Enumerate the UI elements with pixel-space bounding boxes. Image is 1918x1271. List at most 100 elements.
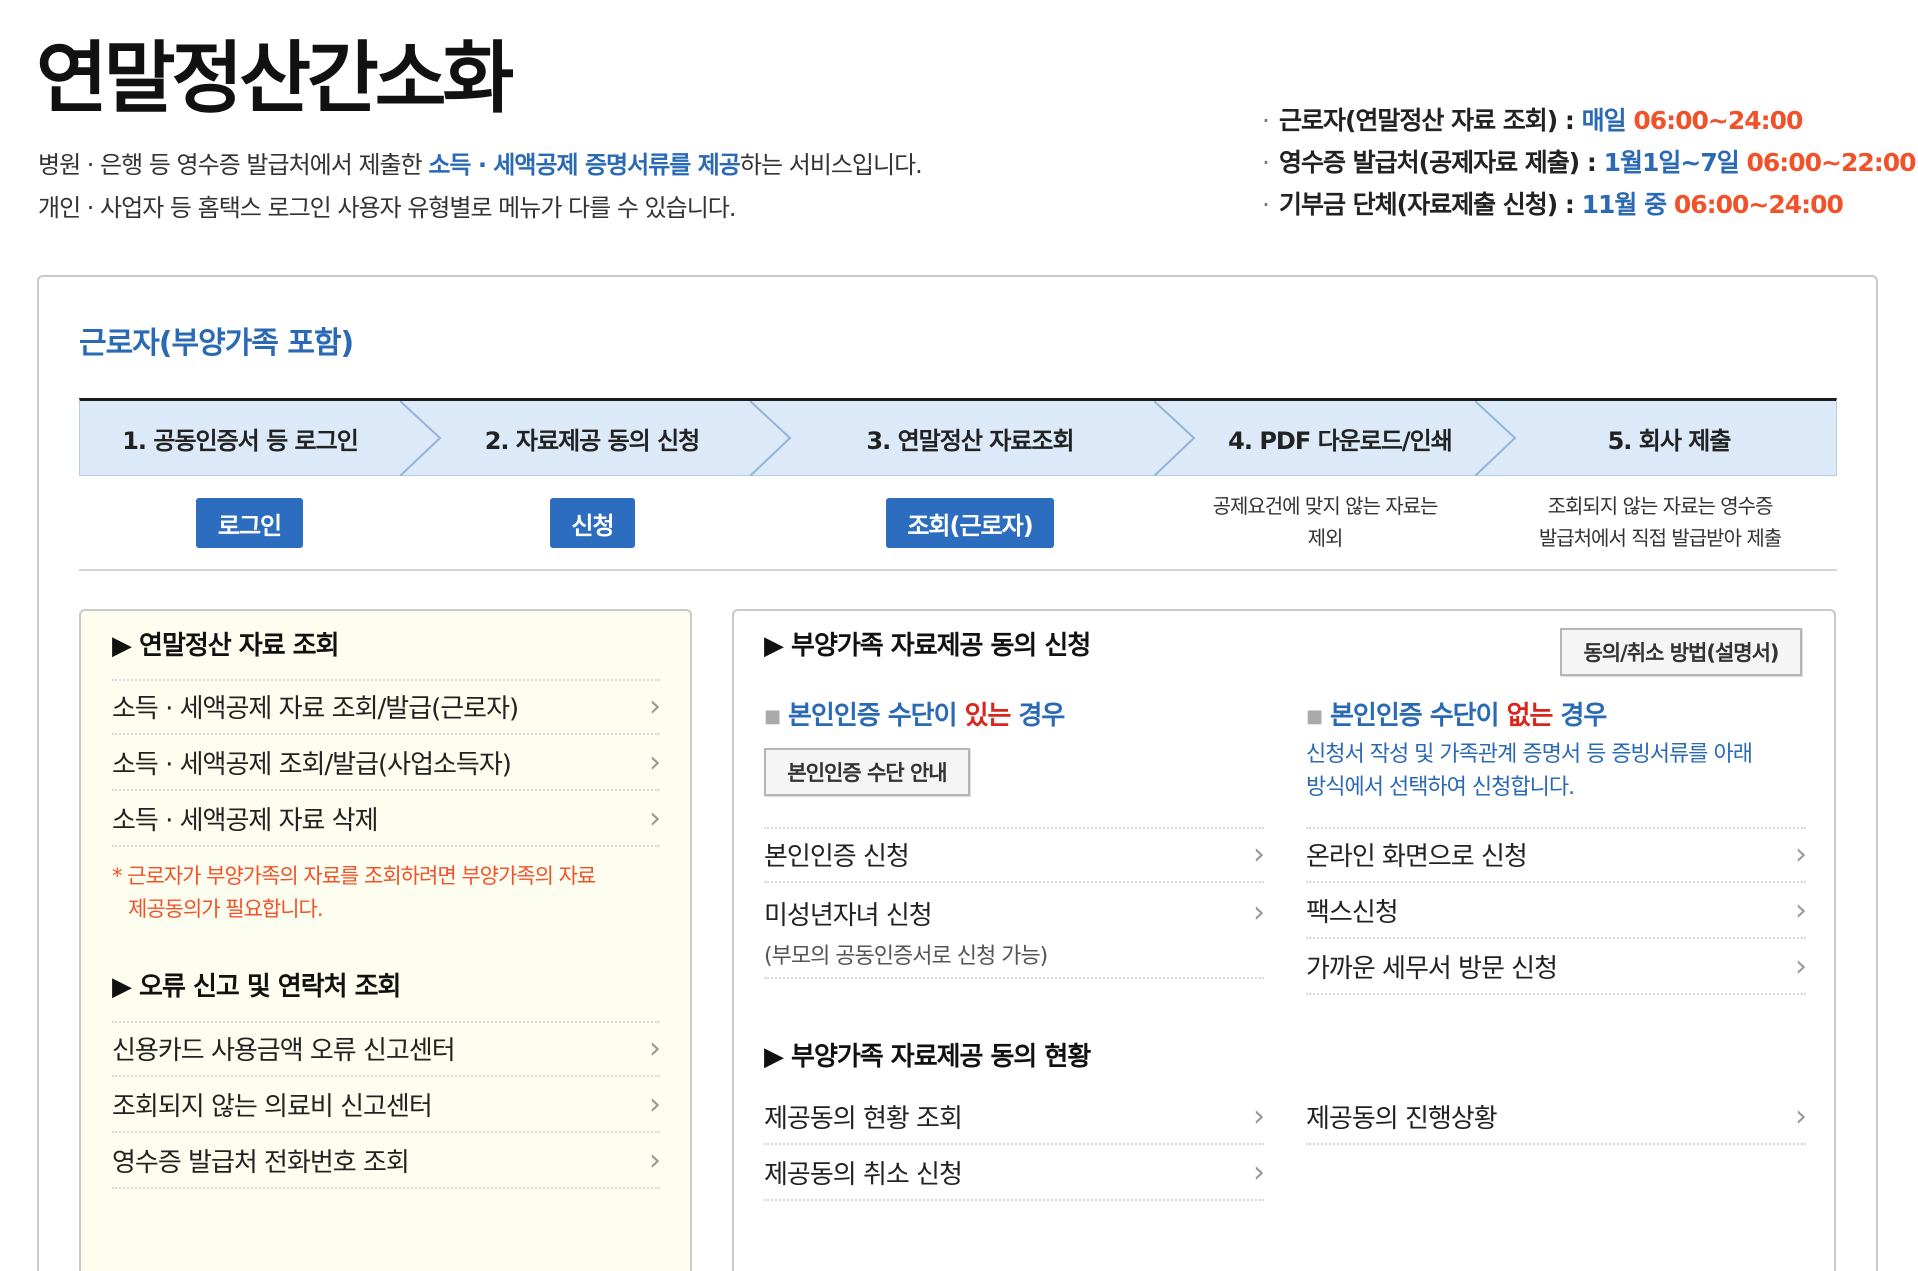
hours-time: 06:00~24:00 (1666, 190, 1844, 219)
without-auth-text: 본인인증 수단이 (1330, 701, 1507, 731)
list-item-label: 팩스신청 (1306, 897, 1399, 928)
hours-time: 06:00~22:00 (1738, 148, 1916, 177)
hours-worker: · 근로자(연말정산 자료 조회) : 매일 06:00~24:00 (1262, 101, 1803, 137)
list-item-label: 조회되지 않는 의료비 신고센터 (112, 1091, 433, 1122)
list-item-label: 미성년자녀 신청 (764, 901, 933, 931)
chevron-right-icon: › (1795, 948, 1807, 984)
bullet: · (1262, 148, 1270, 177)
dependents-consent-note: * 근로자가 부양가족의 자료를 조회하려면 부양가족의 자료제공동의가 필요합… (112, 860, 596, 926)
chevron-right-icon: › (649, 800, 661, 836)
step-5: 5. 회사 제출 (1607, 427, 1732, 455)
chevron-right-icon: › (1795, 892, 1807, 928)
list-item-visit-apply[interactable]: 가까운 세무서 방문 신청 › (1306, 939, 1807, 995)
chevron-right-icon: › (649, 744, 661, 780)
divider (79, 569, 1837, 571)
list-item-label: 제공동의 진행상황 (1306, 1103, 1498, 1134)
list-item-label: 영수증 발급처 전화번호 조회 (112, 1147, 410, 1178)
list-item-label: 온라인 화면으로 신청 (1306, 841, 1528, 872)
step-5-note: 조회되지 않는 자료는 영수증발급처에서 직접 발급받아 제출 (1490, 490, 1830, 554)
list-item-label-group: 미성년자녀 신청 (부모의 공동인증서로 신청 가능) (764, 895, 1048, 970)
bullet: · (1262, 190, 1270, 219)
heading-consent-status: ▶ 부양가족 자료제공 동의 현황 (764, 1042, 1091, 1072)
hours-days: 1월1일~7일 (1603, 148, 1740, 177)
list-item-status-inquiry[interactable]: 제공동의 현황 조회 › (764, 1089, 1265, 1145)
without-auth-description: 신청서 작성 및 가족관계 증명서 등 증빙서류를 아래방식에서 선택하여 신청… (1306, 738, 1753, 804)
intro-text-end: 하는 서비스입니다. (739, 151, 923, 179)
chevron-right-icon: › (1795, 1098, 1807, 1134)
heading-data-inquiry: ▶ 연말정산 자료 조회 (112, 631, 340, 661)
section-title: 근로자(부양가족 포함) (79, 326, 354, 361)
auth-method-guide-button[interactable]: 본인인증 수단 안내 (764, 748, 970, 796)
bullet: · (1262, 106, 1270, 135)
step-1: 1. 공동인증서 등 로그인 (122, 427, 359, 455)
step-3: 3. 연말정산 자료조회 (866, 427, 1074, 455)
hours-label: 영수증 발급처(공제자료 제출) : (1278, 148, 1604, 177)
list-item-medical-report[interactable]: 조회되지 않는 의료비 신고센터 › (112, 1077, 661, 1133)
list-item-auth-apply[interactable]: 본인인증 신청 › (764, 827, 1265, 883)
hours-days: 매일 (1581, 106, 1627, 135)
list-item-label: 제공동의 현황 조회 (764, 1103, 963, 1134)
list-item-consent-cancel[interactable]: 제공동의 취소 신청 › (764, 1145, 1265, 1201)
desc-line: 방식에서 선택하여 신청합니다. (1306, 775, 1575, 800)
chevron-right-icon: › (1253, 895, 1265, 930)
hours-issuer: · 영수증 발급처(공제자료 제출) : 1월1일~7일 06:00~22:00 (1262, 143, 1917, 179)
list-item-label: 본인인증 신청 (764, 841, 910, 872)
with-auth-text: 본인인증 수단이 (788, 701, 965, 731)
step-4-note: 공제요건에 맞지 않는 자료는제외 (1160, 490, 1490, 554)
list-item-label: 소득 · 세액공제 자료 삭제 (112, 805, 379, 836)
list-item-label: 소득 · 세액공제 조회/발급(사업소득자) (112, 749, 512, 780)
note-line: 공제요건에 맞지 않는 자료는 (1212, 494, 1439, 518)
consent-guide-button[interactable]: 동의/취소 방법(설명서) (1560, 628, 1802, 676)
with-auth-mark: 있는 (964, 701, 1012, 731)
without-auth-mark: 없는 (1506, 701, 1554, 731)
steps-bar: 1. 공동인증서 등 로그인 2. 자료제공 동의 신청 3. 연말정산 자료조… (79, 398, 1837, 476)
apply-button[interactable]: 신청 (550, 498, 635, 548)
list-item-deduction-delete[interactable]: 소득 · 세액공제 자료 삭제 › (112, 791, 661, 847)
heading-consent-apply: ▶ 부양가족 자료제공 동의 신청 (764, 631, 1091, 661)
list-item-deduction-inquiry-worker[interactable]: 소득 · 세액공제 자료 조회/발급(근로자) › (112, 679, 661, 735)
list-item-deduction-inquiry-business[interactable]: 소득 · 세액공제 조회/발급(사업소득자) › (112, 735, 661, 791)
desc-line: 신청서 작성 및 가족관계 증명서 등 증빙서류를 아래 (1306, 742, 1753, 767)
note-line: 제외 (1307, 526, 1344, 550)
chevron-right-icon: › (1253, 1098, 1265, 1134)
note-line: 발급처에서 직접 발급받아 제출 (1538, 526, 1782, 550)
list-item-online-apply[interactable]: 온라인 화면으로 신청 › (1306, 827, 1807, 883)
hours-donation: · 기부금 단체(자료제출 신청) : 11월 중 06:00~24:00 (1262, 185, 1844, 221)
step-4: 4. PDF 다운로드/인쇄 (1228, 427, 1453, 455)
list-item-fax-apply[interactable]: 팩스신청 › (1306, 883, 1807, 939)
bullet: ■ (764, 706, 781, 727)
with-auth-text-end: 경우 (1010, 701, 1065, 731)
list-item-label: 소득 · 세액공제 자료 조회/발급(근로자) (112, 693, 519, 724)
hours-label: 근로자(연말정산 자료 조회) : (1278, 106, 1582, 135)
inquiry-worker-button[interactable]: 조회(근로자) (886, 498, 1054, 548)
list-item-minor-child-apply[interactable]: 미성년자녀 신청 (부모의 공동인증서로 신청 가능) › (764, 883, 1265, 979)
with-auth-heading: ■ 본인인증 수단이 있는 경우 (764, 695, 1065, 732)
list-item-consent-progress[interactable]: 제공동의 진행상황 › (1306, 1089, 1807, 1145)
list-item-label: 제공동의 취소 신청 (764, 1159, 963, 1190)
list-item-card-error[interactable]: 신용카드 사용금액 오류 신고센터 › (112, 1021, 661, 1077)
list-item-label: 신용카드 사용금액 오류 신고센터 (112, 1035, 456, 1066)
without-auth-heading: ■ 본인인증 수단이 없는 경우 (1306, 695, 1607, 732)
intro-line-1: 병원 · 은행 등 영수증 발급처에서 제출한 소득 · 세액공제 증명서류를 … (38, 145, 923, 180)
bullet: ■ (1306, 706, 1323, 727)
chevron-right-icon: › (649, 1030, 661, 1066)
step-2: 2. 자료제공 동의 신청 (484, 427, 701, 455)
hours-label: 기부금 단체(자료제출 신청) : (1278, 190, 1582, 219)
note-line: 제공동의가 필요합니다. (128, 897, 324, 921)
intro-highlight: 소득 · 세액공제 증명서류를 제공 (428, 151, 741, 179)
list-item-note: (부모의 공동인증서로 신청 가능) (764, 944, 1048, 969)
list-item-label: 가까운 세무서 방문 신청 (1306, 953, 1558, 984)
note-line: 조회되지 않는 자료는 영수증 (1547, 494, 1774, 518)
heading-error-report: ▶ 오류 신고 및 연락처 조회 (112, 972, 401, 1002)
hours-time: 06:00~24:00 (1625, 106, 1803, 135)
without-auth-text-end: 경우 (1552, 701, 1607, 731)
list-item-issuer-phone[interactable]: 영수증 발급처 전화번호 조회 › (112, 1133, 661, 1189)
chevron-right-icon: › (649, 1142, 661, 1178)
login-button[interactable]: 로그인 (196, 498, 303, 548)
intro-line-2: 개인 · 사업자 등 홈택스 로그인 사용자 유형별로 메뉴가 다를 수 있습니… (38, 194, 736, 222)
chevron-right-icon: › (1253, 836, 1265, 872)
note-line: * 근로자가 부양가족의 자료를 조회하려면 부양가족의 자료 (112, 864, 596, 888)
page-title: 연말정산간소화 (36, 34, 514, 124)
chevron-right-icon: › (649, 1086, 661, 1122)
hours-days: 11월 중 (1581, 190, 1667, 219)
